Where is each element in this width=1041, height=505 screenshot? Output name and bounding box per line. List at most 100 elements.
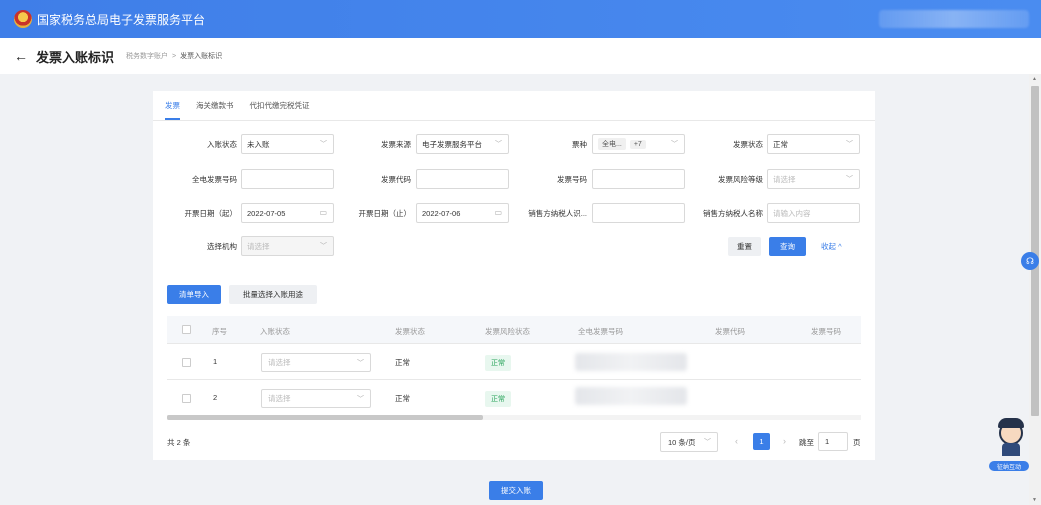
next-page-icon[interactable]: ›	[783, 436, 786, 446]
page-size-value: 10 条/页	[668, 437, 696, 447]
risk-level-select[interactable]: 请选择 ﹀	[767, 169, 860, 189]
scroll-down-icon[interactable]: ▼	[1032, 497, 1037, 503]
row-checkbox[interactable]	[182, 358, 191, 367]
entry-status-label: 入账状态	[207, 140, 237, 149]
col-invoice-code: 发票代码	[715, 327, 745, 336]
col-entry-status: 入账状态	[260, 327, 290, 336]
invoice-number-input[interactable]	[592, 169, 685, 189]
tax-emblem-logo	[14, 10, 32, 28]
org-select[interactable]: 请选择 ﹀	[241, 236, 334, 256]
user-info-redacted[interactable]	[879, 10, 1029, 28]
org-label: 选择机构	[207, 242, 237, 251]
row-invoice-status: 正常	[395, 394, 410, 403]
jump-label: 跳至	[799, 438, 814, 447]
prev-page-icon[interactable]: ‹	[735, 436, 738, 446]
entry-status-select[interactable]: 未入账 ﹀	[241, 134, 334, 154]
batch-select-purpose-button[interactable]: 批量选择入账用途	[229, 285, 317, 304]
breadcrumb-item-current: 发票入账标识	[180, 53, 223, 60]
total-count: 共 2 条	[167, 438, 191, 447]
date-end-picker[interactable]: 2022-07-06 ▭	[416, 203, 509, 223]
date-end-value: 2022-07-06	[422, 208, 461, 218]
row-entry-status-select[interactable]: 请选择 ﹀	[261, 389, 371, 408]
invoice-type-more-tag: +7	[629, 139, 646, 149]
select-all-checkbox[interactable]	[182, 325, 191, 334]
tab-bar: 发票 海关缴款书 代扣代缴完税凭证	[165, 91, 310, 120]
invoice-status-value: 正常	[773, 139, 788, 149]
row-entry-placeholder: 请选择	[268, 394, 291, 403]
main-panel: 发票 海关缴款书 代扣代缴完税凭证 入账状态 未入账 ﹀ 发票来源 电子发票服务…	[153, 91, 875, 460]
invoice-code-input[interactable]	[416, 169, 509, 189]
query-button[interactable]: 查询	[769, 237, 806, 256]
date-start-label: 开票日期（起）	[184, 209, 238, 218]
page-vertical-scrollbar[interactable]: ▲ ▼	[1029, 74, 1041, 505]
col-invoice-number: 发票号码	[811, 327, 841, 336]
date-start-picker[interactable]: 2022-07-05 ▭	[241, 203, 334, 223]
risk-level-label: 发票风险等级	[718, 175, 763, 184]
calendar-icon: ▭	[494, 208, 502, 217]
breadcrumb-separator: >	[172, 52, 177, 60]
row-risk-badge: 正常	[485, 355, 511, 371]
submit-entry-button[interactable]: 提交入账	[489, 481, 543, 500]
chevron-down-icon: ﹀	[320, 243, 327, 250]
full-invoice-no-label: 全电发票号码	[192, 175, 237, 184]
table-header: 序号 入账状态 发票状态 发票风险状态 全电发票号码 发票代码 发票号码	[167, 316, 861, 344]
seller-name-label: 销售方纳税人名称	[703, 209, 763, 218]
seller-name-placeholder: 请输入内容	[773, 208, 811, 218]
import-list-button[interactable]: 清单导入	[167, 285, 221, 304]
date-start-value: 2022-07-05	[247, 208, 286, 218]
chevron-down-icon: ﹀	[846, 176, 853, 183]
calendar-icon: ▭	[319, 208, 327, 217]
platform-title: 国家税务总局电子发票服务平台	[37, 12, 206, 27]
page-current[interactable]: 1	[753, 433, 770, 450]
assistant-mascot[interactable]	[992, 418, 1030, 456]
jump-page-input[interactable]: 1	[818, 432, 848, 451]
redacted-invoice-number	[575, 387, 687, 405]
reset-button[interactable]: 重置	[728, 237, 761, 256]
row-entry-placeholder: 请选择	[268, 358, 291, 367]
invoice-source-value: 电子发票服务平台	[422, 139, 482, 149]
assistant-label[interactable]: 征纳互动	[989, 461, 1029, 471]
scrollbar-thumb[interactable]	[167, 415, 483, 420]
tab-invoice[interactable]: 发票	[165, 91, 180, 120]
invoice-type-label: 票种	[572, 140, 587, 149]
invoice-type-select[interactable]: 全电... +7 ﹀	[592, 134, 685, 154]
seller-tax-id-label: 销售方纳税人识...	[528, 209, 587, 218]
table-horizontal-scrollbar[interactable]	[167, 415, 861, 420]
breadcrumb: 税务数字账户 > 发票入账标识	[126, 51, 222, 61]
back-arrow-icon[interactable]: ←	[14, 48, 28, 64]
invoice-code-label: 发票代码	[381, 175, 411, 184]
row-entry-status-select[interactable]: 请选择 ﹀	[261, 353, 371, 372]
headset-icon[interactable]: ☊	[1021, 252, 1039, 270]
collapse-link[interactable]: 收起 ^	[821, 241, 842, 252]
row-index: 2	[213, 393, 218, 402]
entry-status-value: 未入账	[247, 139, 270, 149]
page-title: 发票入账标识	[36, 49, 115, 65]
scroll-up-icon[interactable]: ▲	[1032, 76, 1037, 82]
invoice-number-label: 发票号码	[557, 175, 587, 184]
invoice-type-tag: 全电...	[598, 138, 626, 150]
jump-page-value: 1	[825, 437, 830, 446]
invoice-status-select[interactable]: 正常 ﹀	[767, 134, 860, 154]
breadcrumb-item-tax-account[interactable]: 税务数字账户	[126, 51, 168, 61]
full-invoice-no-input[interactable]	[241, 169, 334, 189]
tab-withholding-certificate[interactable]: 代扣代缴完税凭证	[250, 91, 310, 120]
chevron-down-icon: ﹀	[671, 141, 678, 148]
page-size-select[interactable]: 10 条/页 ﹀	[660, 432, 718, 452]
tab-customs-payment[interactable]: 海关缴款书	[196, 91, 234, 120]
invoice-status-label: 发票状态	[733, 140, 763, 149]
mascot-body	[1002, 443, 1020, 456]
table-row: 2 请选择 ﹀ 正常 正常	[167, 381, 861, 416]
scrollbar-thumb[interactable]	[1031, 86, 1039, 416]
page-header: ← 发票入账标识 税务数字账户 > 发票入账标识	[0, 38, 1041, 74]
row-risk-badge: 正常	[485, 391, 511, 407]
chevron-down-icon: ﹀	[704, 439, 711, 446]
col-index: 序号	[212, 327, 227, 336]
chevron-down-icon: ﹀	[846, 141, 853, 148]
seller-tax-id-input[interactable]	[592, 203, 685, 223]
page-suffix: 页	[853, 438, 861, 447]
seller-name-input[interactable]: 请输入内容	[767, 203, 860, 223]
tabs-divider	[153, 120, 875, 121]
invoice-source-select[interactable]: 电子发票服务平台 ﹀	[416, 134, 509, 154]
row-checkbox[interactable]	[182, 394, 191, 403]
chevron-down-icon: ﹀	[320, 141, 327, 148]
